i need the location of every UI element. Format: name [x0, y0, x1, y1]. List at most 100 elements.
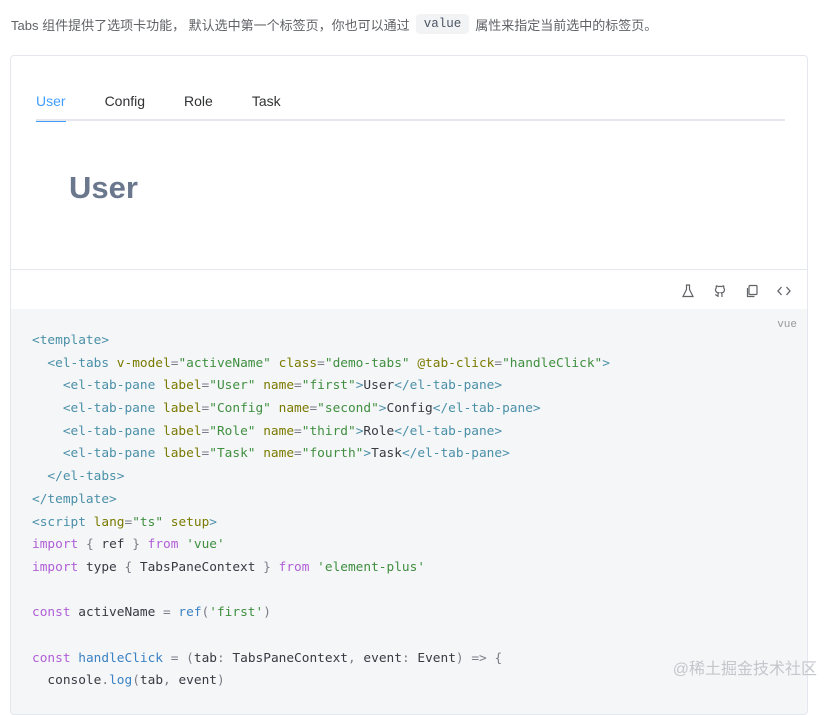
code-token: <el-tab-pane	[62, 446, 156, 462]
code-token: import	[32, 559, 79, 575]
code-token: )	[455, 650, 464, 666]
code-token: "activeName"	[178, 355, 271, 371]
code-token: log	[109, 673, 133, 689]
code-token: {	[494, 650, 503, 666]
code-token: Event	[409, 650, 456, 666]
code-token: handleClick	[78, 650, 163, 666]
intro-text-after: 属性来指定当前选中的标签页。	[475, 17, 658, 33]
code-token: <el-tabs	[47, 355, 110, 371]
tab-config[interactable]: Config	[105, 92, 145, 121]
code-line: </template>	[32, 489, 610, 512]
code-token: =	[294, 423, 302, 439]
code-token: <el-tab-pane	[62, 401, 156, 417]
code-token: TabsPaneContext	[224, 650, 348, 666]
demo-block: User Config Role Task User vue <template> <…	[10, 55, 808, 715]
code-token: >	[209, 514, 217, 530]
code-token: const	[32, 605, 71, 621]
code-token: label	[163, 423, 202, 439]
copy-icon[interactable]	[743, 282, 761, 300]
code-token: lang	[93, 514, 125, 530]
code-token: const	[32, 650, 71, 666]
code-line: <el-tab-pane label="Role" name="third">R…	[32, 421, 610, 444]
code-line: <el-tab-pane label="Task" name="fourth">…	[32, 443, 610, 466]
code-token: class	[278, 355, 318, 371]
code-token: label	[163, 378, 202, 394]
code-line: <el-tabs v-model="activeName" class="dem…	[32, 353, 610, 376]
code-token: tab	[139, 673, 164, 689]
code-token: =	[294, 446, 302, 462]
code-token: "second"	[317, 401, 379, 417]
code-token: .	[101, 673, 110, 689]
tab-role[interactable]: Role	[184, 92, 213, 121]
code-line: const activeName = ref('first')	[32, 602, 610, 625]
flask-icon[interactable]	[679, 282, 697, 300]
code-token: )	[263, 605, 271, 621]
code-token: "demo-tabs"	[324, 355, 410, 371]
code-token: ,	[163, 673, 171, 689]
code-token: =	[317, 355, 325, 371]
code-token: setup	[170, 514, 210, 530]
code-token: 'first'	[209, 605, 264, 621]
code-line: </el-tabs>	[32, 466, 610, 489]
code-token: from	[147, 537, 179, 553]
tab-pane-content: User	[69, 170, 138, 205]
code-token: 'element-plus'	[317, 559, 426, 575]
code-token: :	[401, 650, 410, 666]
code-token: ref	[178, 605, 202, 621]
tabs-divider	[36, 119, 785, 121]
intro-text: Tabs 组件提供了选项卡功能， 默认选中第一个标签页，你也可以通过 value…	[11, 14, 657, 34]
code-token: =	[162, 605, 171, 621]
code-token: ,	[348, 650, 356, 666]
code-token: "Task"	[209, 446, 256, 462]
code-token: name	[263, 423, 295, 439]
code-token: "ts"	[132, 514, 164, 530]
code-token: Task	[371, 446, 402, 462]
code-token: User	[363, 378, 395, 394]
tabs-header: User Config Role Task	[36, 92, 785, 122]
github-icon[interactable]	[711, 282, 729, 300]
code-token: console	[32, 673, 102, 689]
code-token: :	[217, 650, 225, 666]
code-line: <el-tab-pane label="Config" name="second…	[32, 398, 610, 421]
code-token: event	[355, 650, 402, 666]
code-token: label	[163, 446, 202, 462]
code-token: type	[78, 559, 125, 575]
code-token: 'vue'	[186, 537, 225, 553]
code-token: <el-tab-pane	[62, 423, 156, 439]
code-token: "User"	[209, 378, 256, 394]
code-source: <template> <el-tabs v-model = "activeName"…	[32, 330, 610, 693]
code-token: @tab-click	[417, 355, 495, 371]
tab-user[interactable]: User	[36, 92, 66, 122]
code-token: =	[309, 401, 318, 417]
code-token: name	[263, 446, 295, 462]
code-token: (	[132, 673, 140, 689]
code-token: </template>	[32, 491, 117, 507]
code-token: <el-tab-pane	[62, 378, 156, 394]
code-icon[interactable]	[775, 282, 793, 300]
code-token: "first"	[301, 378, 356, 394]
inline-code-value: value	[415, 14, 470, 34]
code-token: </el-tab-pane>	[394, 378, 503, 394]
code-line: import type { TabsPaneContext } from 'el…	[32, 557, 610, 580]
code-token: </el-tab-pane>	[432, 401, 541, 417]
tab-task[interactable]: Task	[252, 92, 281, 121]
code-line: <template>	[32, 330, 610, 353]
code-token: Role	[363, 423, 395, 439]
tab-nav: User Config Role Task	[36, 92, 785, 122]
code-token: event	[170, 673, 217, 689]
code-line: import { ref } from 'vue'	[32, 534, 610, 557]
